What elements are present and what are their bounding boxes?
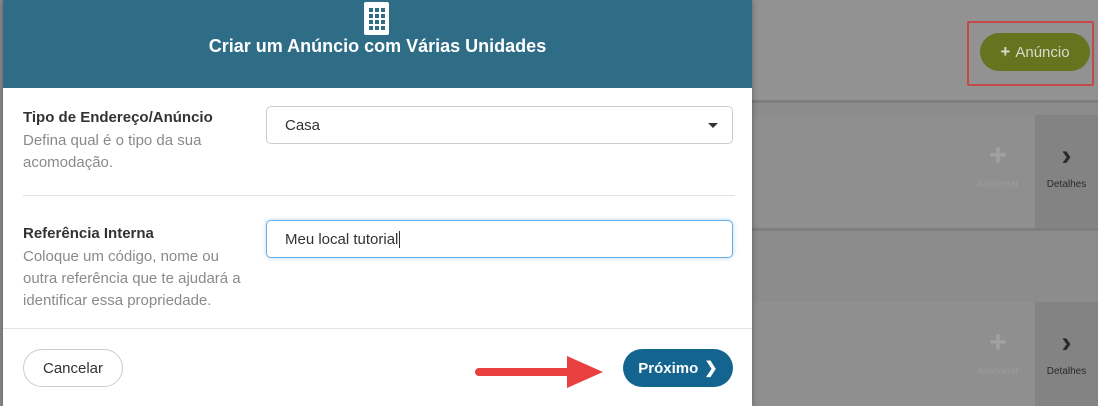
divider	[750, 100, 1098, 103]
address-type-label: Tipo de Endereço/Anúncio	[23, 109, 213, 126]
row-actions: + Adicionar › Detalhes	[958, 115, 1098, 228]
cancel-button[interactable]: Cancelar	[23, 349, 123, 387]
modal-footer: Cancelar Próximo ❯	[3, 328, 752, 406]
plus-icon: +	[989, 139, 1007, 172]
next-button[interactable]: Próximo ❯	[623, 349, 733, 387]
modal-header: Criar um Anúncio com Várias Unidades	[3, 0, 752, 88]
create-listing-modal: Criar um Anúncio com Várias Unidades Tip…	[3, 0, 752, 406]
next-label: Próximo	[638, 359, 699, 377]
chevron-right-icon: ›	[1061, 326, 1072, 359]
address-type-help: Defina qual é o tipo da sua acomodação.	[23, 132, 202, 171]
add-unit-button[interactable]: + Adicionar	[968, 302, 1028, 406]
address-type-value: Casa	[285, 116, 321, 134]
plus-icon: +	[989, 326, 1007, 359]
add-unit-label: Adicionar	[977, 366, 1019, 377]
annotation-highlight-box	[967, 21, 1094, 86]
internal-reference-input[interactable]: Meu local tutorial	[266, 220, 733, 258]
divider	[750, 228, 1098, 231]
add-unit-button[interactable]: + Adicionar	[968, 115, 1028, 228]
internal-reference-help: Coloque um código, nome ou outra referên…	[23, 248, 241, 309]
chevron-right-icon: ❯	[704, 360, 718, 377]
text-cursor	[399, 230, 401, 248]
details-label: Detalhes	[1046, 179, 1087, 190]
row-actions: + Adicionar › Detalhes	[958, 302, 1098, 406]
details-button[interactable]: › Detalhes	[1035, 115, 1098, 228]
internal-reference-label: Referência Interna	[23, 225, 154, 242]
details-button[interactable]: › Detalhes	[1035, 302, 1098, 406]
modal-title: Criar um Anúncio com Várias Unidades	[208, 36, 547, 56]
annotation-arrow-icon	[475, 356, 603, 388]
internal-reference-value: Meu local tutorial	[285, 230, 399, 248]
add-unit-label: Adicionar	[977, 179, 1019, 190]
chevron-right-icon: ›	[1061, 139, 1072, 172]
building-icon	[364, 2, 389, 35]
details-label: Detalhes	[1046, 366, 1087, 377]
address-type-field: Tipo de Endereço/Anúncio Defina qual é o…	[23, 104, 735, 196]
caret-down-icon	[708, 123, 718, 128]
address-type-select[interactable]: Casa	[266, 106, 733, 144]
internal-reference-field: Referência Interna Coloque um código, no…	[23, 220, 735, 320]
